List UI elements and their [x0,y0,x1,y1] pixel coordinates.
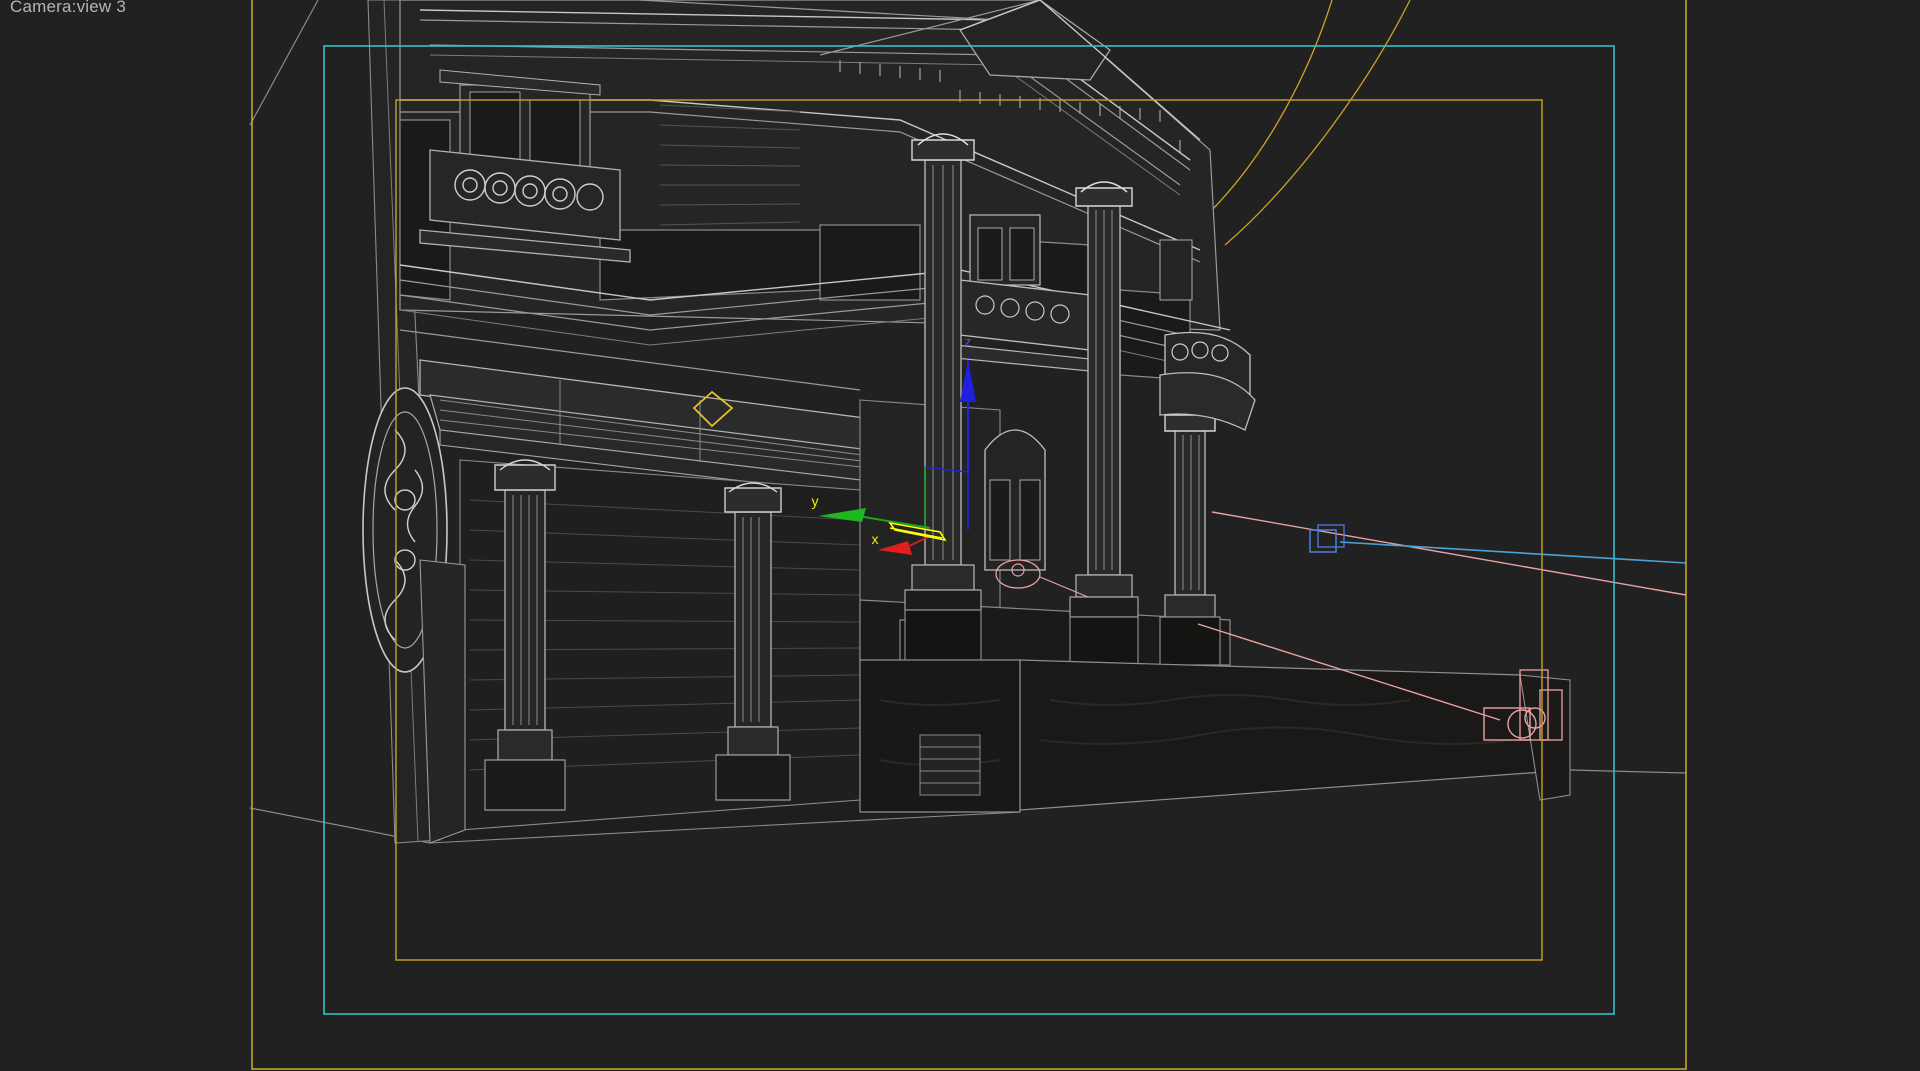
gizmo-x-label: x [872,531,879,547]
gizmo-y-label: y [812,493,819,509]
camera-viewport[interactable]: Camera:view 3 z y x [0,0,1920,1071]
viewport-label[interactable]: Camera:view 3 [10,0,126,17]
gizmo-z-label: z [965,334,972,349]
scene-wireframe-render[interactable]: z y x [0,0,1920,1071]
